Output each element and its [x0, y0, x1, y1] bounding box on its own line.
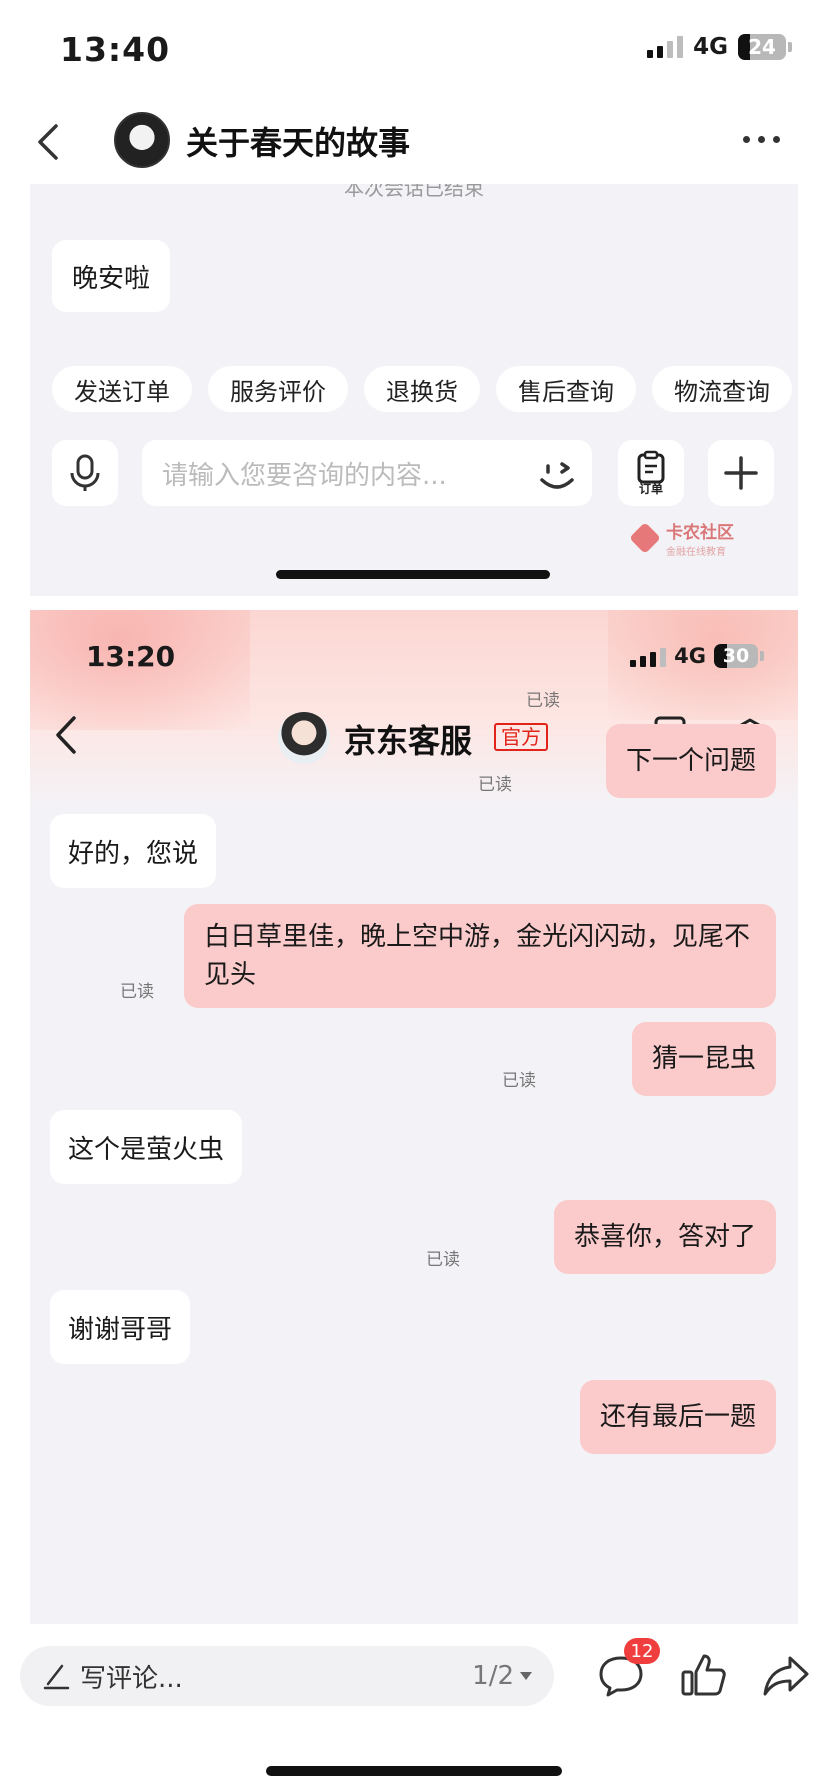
plus-button[interactable] — [708, 440, 774, 506]
official-badge: 官方 — [494, 723, 548, 751]
battery-level-inner: 30 — [722, 645, 750, 667]
status-time: 13:40 — [60, 30, 171, 69]
post-title: 关于春天的故事 — [186, 124, 411, 162]
quick-action-send-order[interactable]: 发送订单 — [52, 366, 192, 412]
quick-action-return-exchange[interactable]: 退换货 — [364, 366, 480, 412]
message-bubble-agent: 谢谢哥哥 — [50, 1290, 191, 1364]
message-bubble-mine: 恭喜你，答对了 — [553, 1200, 776, 1274]
watermark-title: 卡农社区 — [666, 523, 734, 543]
battery-icon: 30 — [714, 644, 764, 668]
back-icon[interactable] — [52, 714, 82, 756]
order-button-label: 订单 — [638, 481, 663, 496]
message-bubble-mine: 还有最后一题 — [579, 1380, 776, 1454]
read-receipt: 已读 — [426, 1250, 460, 1270]
message-bubble-agent: 这个是萤火虫 — [50, 1110, 243, 1184]
network-type-inner: 4G — [674, 644, 706, 668]
share-icon[interactable] — [762, 1654, 810, 1698]
quick-action-after-sales[interactable]: 售后查询 — [496, 366, 636, 412]
quick-action-row: 发送订单 服务评价 退换货 售后查询 物流查询 — [52, 366, 792, 412]
page-indicator[interactable]: 1/2 — [472, 1661, 514, 1691]
emoji-icon[interactable] — [534, 450, 580, 496]
read-receipt: 已读 — [526, 691, 560, 711]
message-bubble-mine: 下一个问题 — [605, 724, 776, 798]
read-receipt: 已读 — [120, 982, 154, 1002]
message-bubble: 晚安啦 — [52, 240, 171, 312]
status-indicators: 4G 24 — [647, 34, 792, 60]
author-avatar[interactable] — [114, 112, 170, 168]
read-receipt: 已读 — [478, 775, 512, 795]
chevron-down-icon[interactable] — [520, 1672, 532, 1680]
post-header: 关于春天的故事 — [0, 100, 828, 184]
voice-button[interactable] — [52, 440, 118, 506]
quick-action-logistics[interactable]: 物流查询 — [652, 366, 792, 412]
network-type: 4G — [693, 34, 728, 60]
message-bubble-agent: 好的，您说 — [50, 814, 217, 888]
chat-screenshot-2: 13:20 4G 30 京东客服 官方 服务 进度 已读 已读 下一个问题 好的… — [30, 610, 798, 1624]
battery-level: 24 — [748, 35, 776, 59]
back-icon[interactable] — [30, 120, 70, 164]
chat-screenshot-1: 本次会话已结束 晚安啦 发送订单 服务评价 退换货 售后查询 物流查询 请输入您… — [30, 184, 798, 596]
post-action-bar: 写评论... 1/2 12 — [0, 1624, 828, 1792]
clipboard-icon — [637, 450, 665, 483]
watermark: 卡农社区 金融在线教育 — [629, 518, 734, 558]
quick-action-service-review[interactable]: 服务评价 — [208, 366, 348, 412]
status-bar: 13:40 4G 24 — [0, 0, 828, 100]
order-button[interactable]: 订单 — [618, 440, 684, 506]
comment-placeholder: 写评论... — [80, 1663, 183, 1694]
status-time-inner: 13:20 — [86, 640, 176, 673]
pen-icon — [43, 1664, 70, 1690]
watermark-logo-icon — [629, 522, 661, 554]
signal-icon — [630, 645, 667, 667]
comment-input[interactable]: 写评论... 1/2 — [20, 1646, 554, 1706]
chat-input[interactable]: 请输入您要咨询的内容... — [142, 440, 592, 506]
service-agent-avatar — [278, 712, 330, 764]
mic-icon — [70, 454, 100, 491]
chat-input-row: 请输入您要咨询的内容... 订单 — [52, 440, 782, 506]
more-icon[interactable] — [743, 136, 780, 143]
message-bubble-mine: 白日草里佳，晚上空中游，金光闪闪动，见尾不见头 — [184, 904, 776, 1008]
session-ended-notice: 本次会话已结束 — [344, 184, 484, 200]
message-bubble-mine: 猜一昆虫 — [631, 1022, 776, 1096]
thumbs-up-icon[interactable] — [680, 1652, 728, 1698]
plus-icon — [724, 456, 758, 490]
chat-title: 京东客服 — [344, 722, 473, 760]
home-indicator — [266, 1766, 562, 1776]
comment-count-badge: 12 — [624, 1638, 660, 1664]
status-indicators-inner: 4G 30 — [630, 644, 764, 668]
watermark-subtitle: 金融在线教育 — [666, 547, 726, 558]
signal-icon — [647, 36, 684, 58]
battery-icon: 24 — [738, 34, 792, 60]
home-indicator — [276, 570, 550, 579]
read-receipt: 已读 — [502, 1071, 536, 1091]
